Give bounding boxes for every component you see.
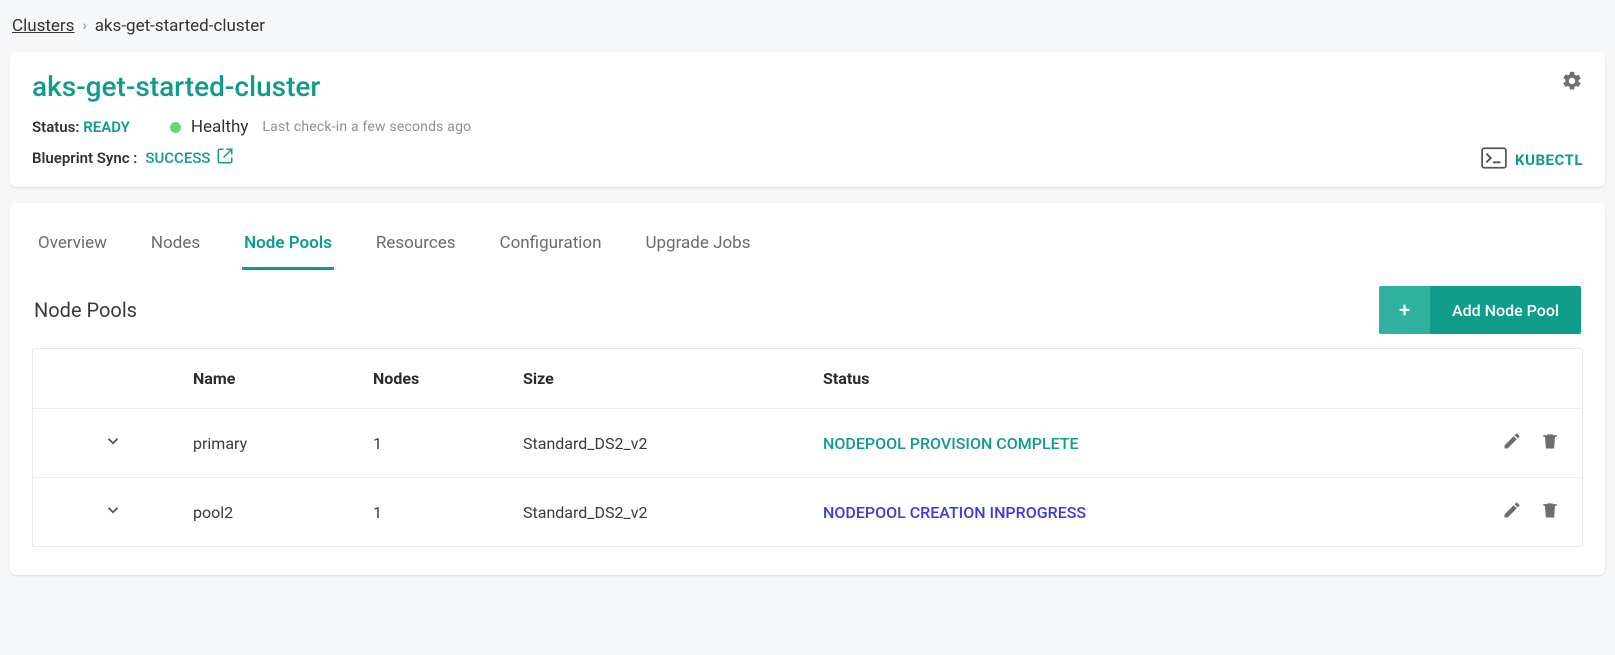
external-link-icon[interactable]	[216, 147, 234, 169]
last-checkin-text: Last check-in a few seconds ago	[262, 119, 471, 135]
status-label: Status:	[32, 118, 79, 136]
cell-size: Standard_DS2_v2	[523, 503, 823, 522]
cell-nodes: 1	[373, 434, 523, 453]
main-card: Overview Nodes Node Pools Resources Conf…	[10, 203, 1605, 575]
table-header: Name Nodes Size Status	[33, 349, 1582, 408]
status-value: READY	[83, 118, 130, 136]
terminal-icon	[1481, 147, 1507, 173]
blueprint-sync-label: Blueprint Sync :	[32, 149, 137, 167]
delete-icon[interactable]	[1540, 431, 1560, 455]
expand-row-icon[interactable]	[104, 432, 122, 454]
add-node-pool-button[interactable]: + Add Node Pool	[1379, 286, 1581, 334]
node-pools-table: Name Nodes Size Status primary 1 Standar…	[32, 348, 1583, 547]
breadcrumb-current: aks-get-started-cluster	[95, 16, 265, 36]
blueprint-sync-value[interactable]: SUCCESS	[145, 147, 234, 169]
col-nodes: Nodes	[373, 369, 523, 388]
table-row: primary 1 Standard_DS2_v2 NODEPOOL PROVI…	[33, 408, 1582, 477]
cluster-header-card: aks-get-started-cluster Status: READY He…	[10, 52, 1605, 187]
col-size: Size	[523, 369, 823, 388]
breadcrumb-separator: ›	[82, 18, 86, 34]
edit-icon[interactable]	[1502, 431, 1522, 455]
col-status: Status	[823, 369, 1452, 388]
kubectl-label: KUBECTL	[1515, 151, 1583, 169]
cell-name: pool2	[193, 503, 373, 522]
tab-resources[interactable]: Resources	[374, 223, 458, 270]
tab-configuration[interactable]: Configuration	[498, 223, 604, 270]
cell-nodes: 1	[373, 503, 523, 522]
col-name: Name	[193, 369, 373, 388]
gear-icon[interactable]	[1561, 70, 1583, 96]
plus-icon: +	[1379, 286, 1430, 334]
tab-overview[interactable]: Overview	[36, 223, 109, 270]
cluster-title: aks-get-started-cluster	[32, 70, 320, 103]
expand-row-icon[interactable]	[104, 501, 122, 523]
tab-upgrade-jobs[interactable]: Upgrade Jobs	[643, 223, 752, 270]
cell-name: primary	[193, 434, 373, 453]
tab-node-pools[interactable]: Node Pools	[242, 223, 334, 270]
cell-status: NODEPOOL PROVISION COMPLETE	[823, 434, 1452, 453]
cell-status: NODEPOOL CREATION INPROGRESS	[823, 503, 1452, 522]
health-dot-icon	[170, 122, 181, 133]
kubectl-button[interactable]: KUBECTL	[1481, 147, 1583, 173]
section-title: Node Pools	[34, 298, 137, 322]
edit-icon[interactable]	[1502, 500, 1522, 524]
cell-size: Standard_DS2_v2	[523, 434, 823, 453]
tab-nodes[interactable]: Nodes	[149, 223, 202, 270]
tabs: Overview Nodes Node Pools Resources Conf…	[32, 215, 1583, 270]
delete-icon[interactable]	[1540, 500, 1560, 524]
add-node-pool-label: Add Node Pool	[1430, 286, 1581, 334]
table-row: pool2 1 Standard_DS2_v2 NODEPOOL CREATIO…	[33, 477, 1582, 546]
breadcrumb-root-link[interactable]: Clusters	[12, 16, 74, 36]
breadcrumb: Clusters › aks-get-started-cluster	[10, 10, 1605, 52]
health-text: Healthy	[191, 117, 249, 137]
blueprint-sync-status: SUCCESS	[145, 149, 210, 167]
